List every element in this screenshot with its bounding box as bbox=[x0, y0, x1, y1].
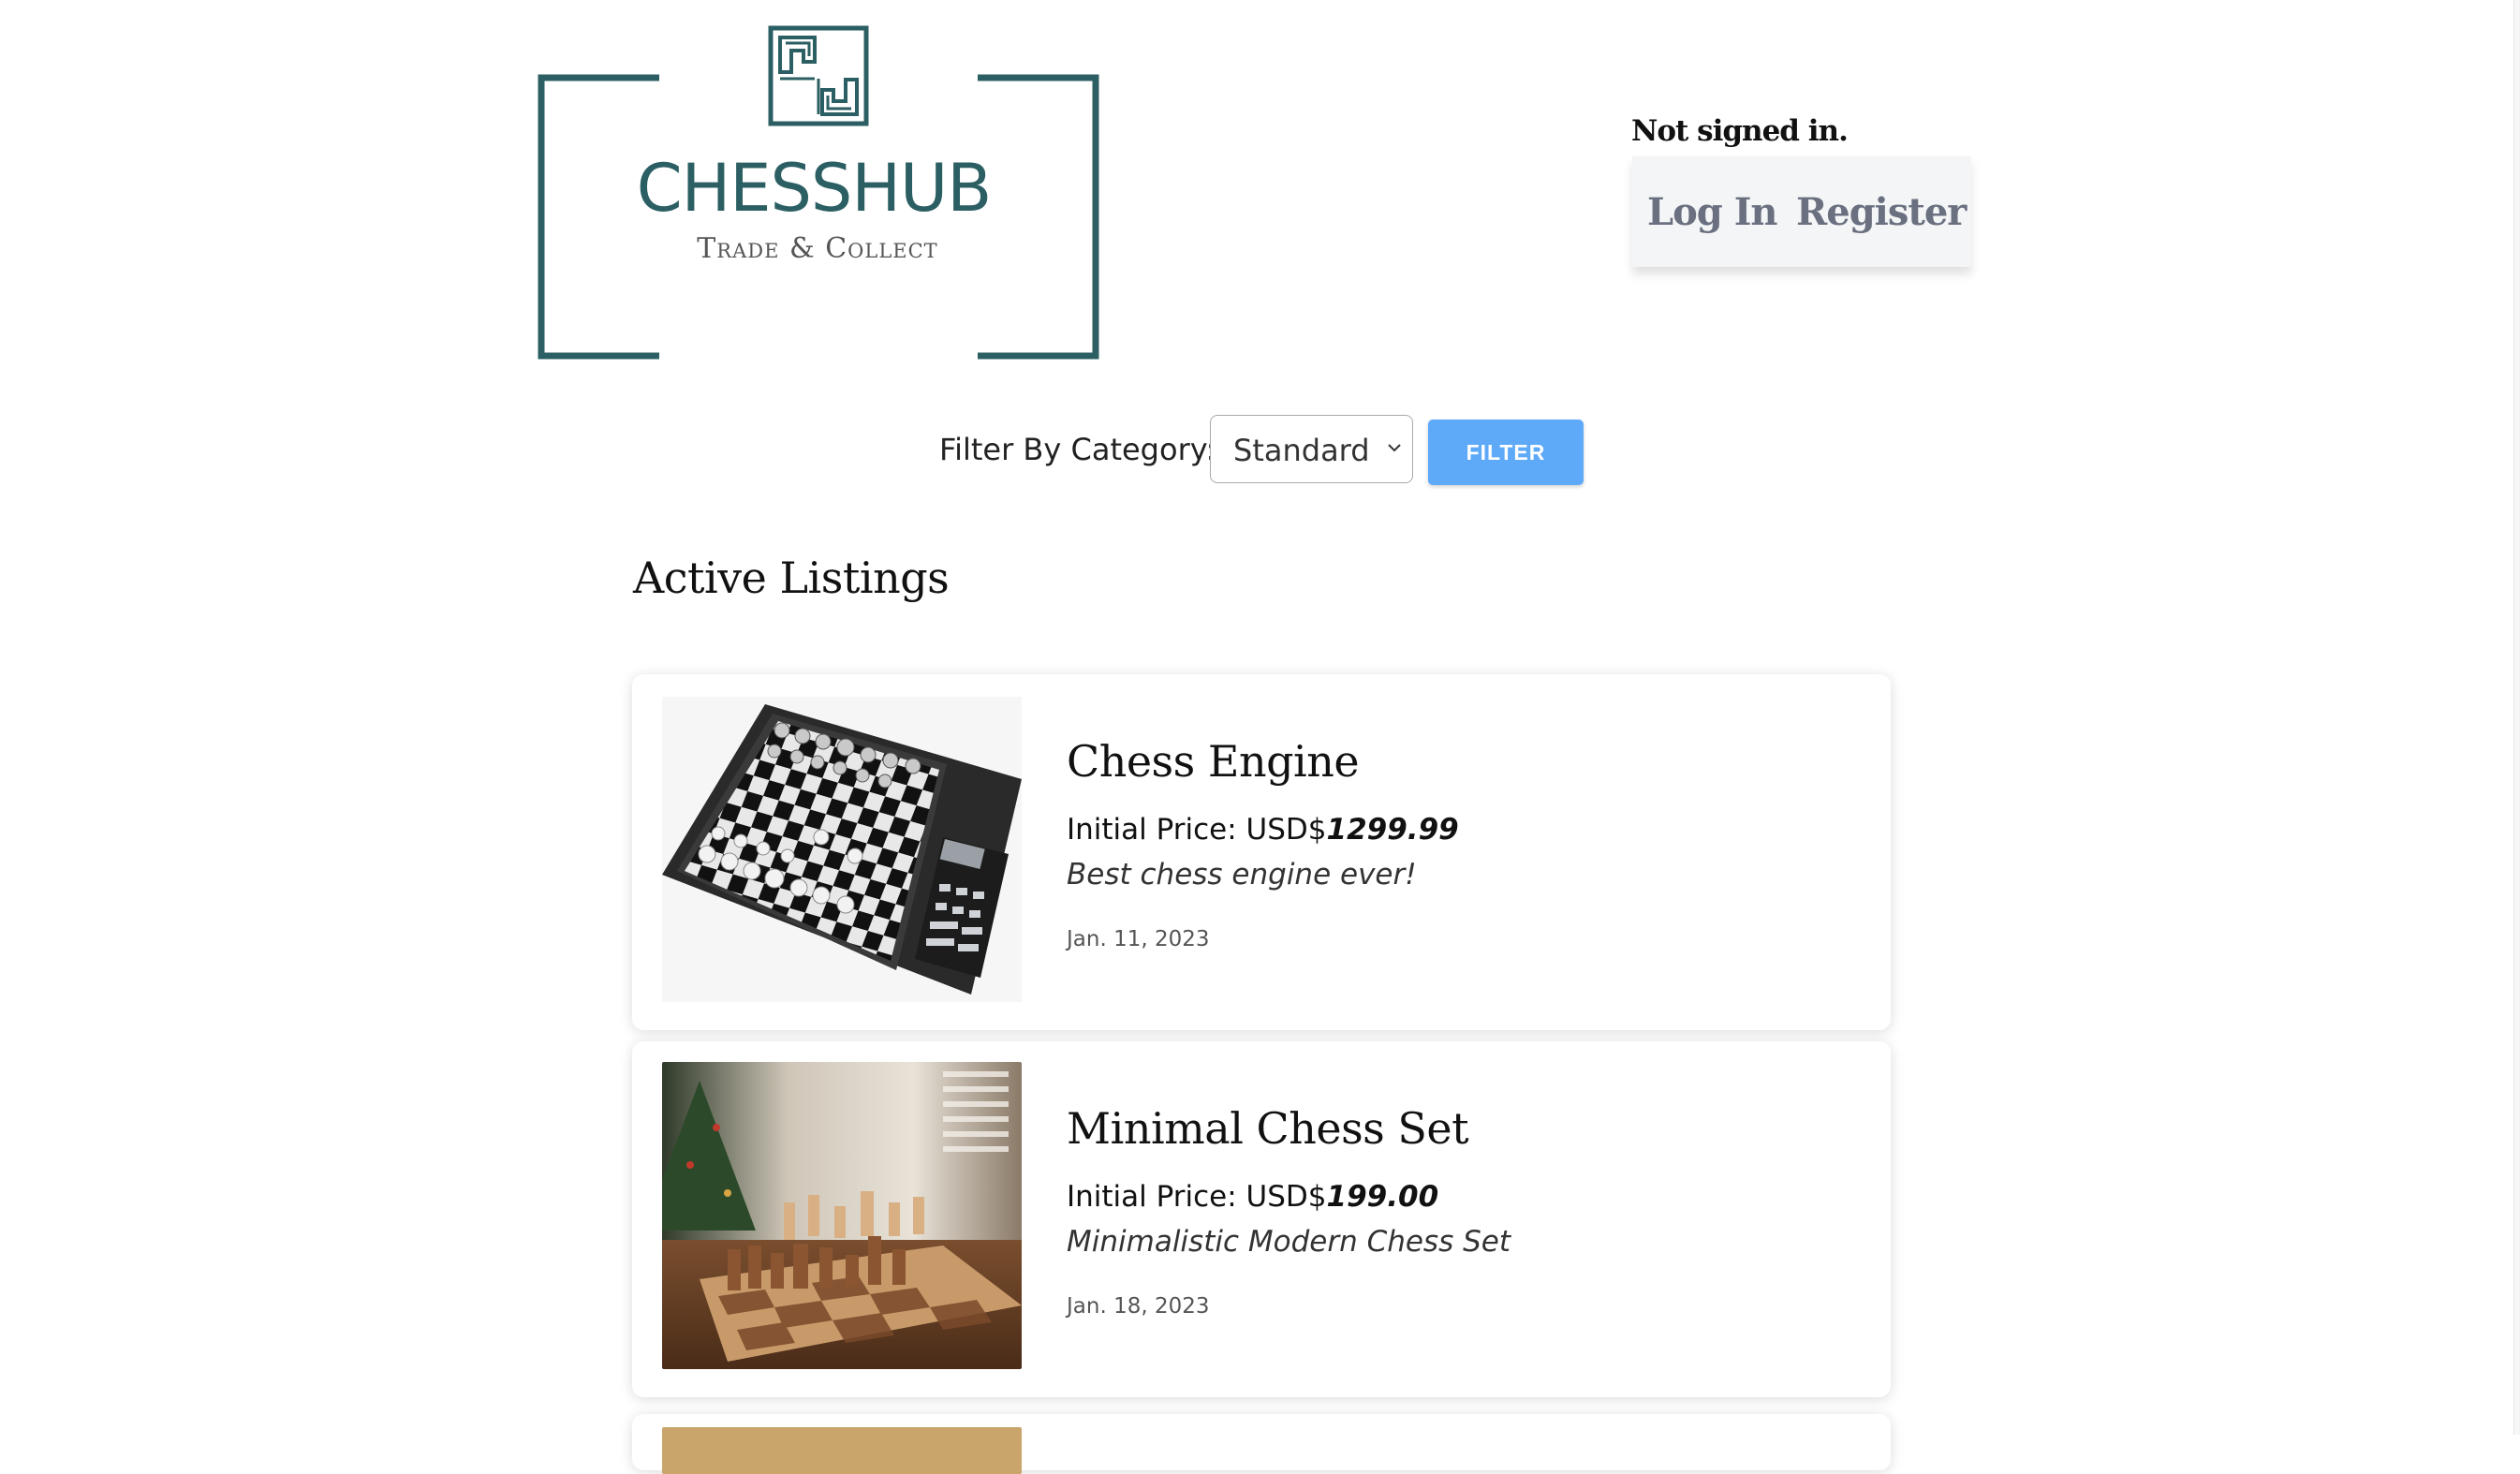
auth-status-text: Not signed in. bbox=[1631, 114, 1849, 148]
listing-price: 199.00 bbox=[1326, 1180, 1439, 1214]
chevron-down-icon bbox=[1388, 444, 1401, 452]
listing-card[interactable]: Chess Engine Initial Price: USD$1299.99 … bbox=[632, 674, 1891, 1030]
scrollbar-thumb[interactable] bbox=[2514, 0, 2519, 1435]
listing-price-row: Initial Price: USD$1299.99 bbox=[1067, 813, 1459, 847]
category-select[interactable]: Standard bbox=[1210, 415, 1413, 483]
listing-price-prefix: Initial Price: USD$ bbox=[1067, 813, 1327, 847]
listing-description: Best chess engine ever! bbox=[1067, 858, 1417, 892]
listing-price: 1299.99 bbox=[1326, 813, 1459, 847]
listing-title[interactable]: Minimal Chess Set bbox=[1067, 1103, 1469, 1154]
listing-card[interactable]: Minimal Chess Set Initial Price: USD$199… bbox=[632, 1041, 1891, 1397]
filter-button[interactable]: FILTER bbox=[1428, 420, 1584, 485]
listing-price-prefix: Initial Price: USD$ bbox=[1067, 1180, 1327, 1214]
site-logo[interactable]: CHESSHUB Trade & Collect bbox=[538, 24, 1103, 360]
listing-image-chess-engine[interactable] bbox=[662, 697, 1022, 1002]
login-link[interactable]: Log In bbox=[1647, 190, 1777, 234]
auth-menu: Log In Register bbox=[1632, 156, 1971, 267]
logo-name: CHESSHUB bbox=[636, 150, 993, 227]
listing-image-minimal-chess-set[interactable] bbox=[662, 1062, 1022, 1369]
listing-description: Minimalistic Modern Chess Set bbox=[1067, 1225, 1511, 1259]
category-select-value: Standard bbox=[1233, 433, 1370, 468]
listing-date: Jan. 18, 2023 bbox=[1067, 1294, 1210, 1319]
listing-date: Jan. 11, 2023 bbox=[1067, 927, 1210, 951]
active-listings-heading: Active Listings bbox=[633, 553, 950, 603]
listing-price-row: Initial Price: USD$199.00 bbox=[1067, 1180, 1438, 1214]
listing-title[interactable]: Chess Engine bbox=[1067, 736, 1360, 787]
listing-card[interactable] bbox=[632, 1414, 1891, 1474]
register-link[interactable]: Register bbox=[1796, 190, 1967, 234]
filter-category-label: Filter By Category: bbox=[939, 432, 1216, 467]
logo-tagline: Trade & Collect bbox=[697, 232, 938, 265]
